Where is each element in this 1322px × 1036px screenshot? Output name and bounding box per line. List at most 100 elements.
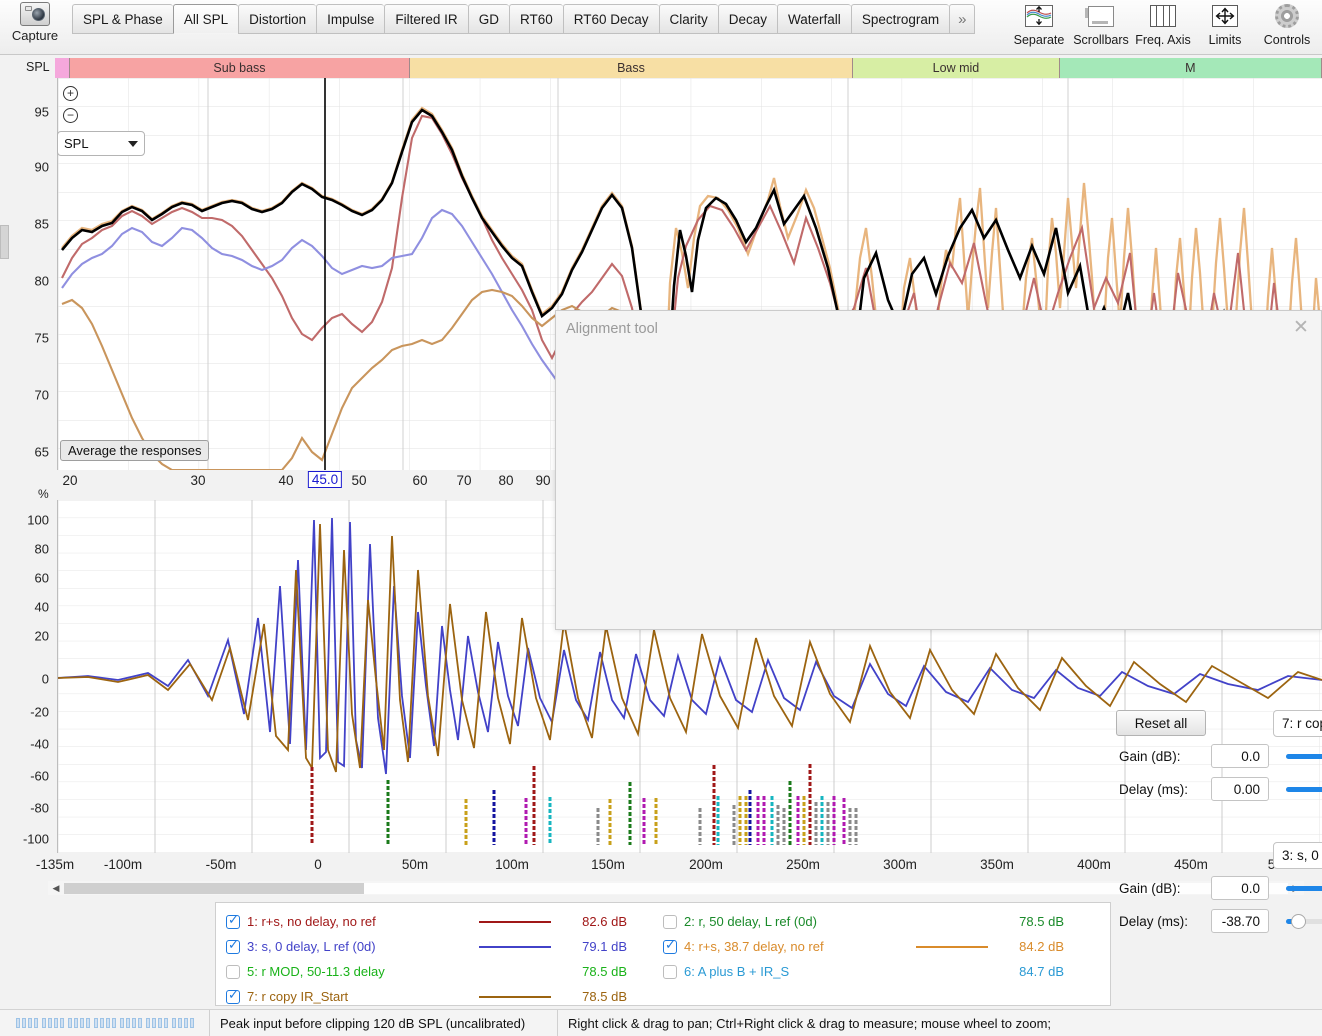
legend-checkbox[interactable] <box>663 937 677 954</box>
controls-button[interactable]: Controls <box>1256 0 1318 47</box>
scrollbars-button[interactable]: Scrollbars <box>1070 0 1132 47</box>
limits-icon <box>1212 2 1238 30</box>
alignment-tool-dialog: Alignment tool ✕ Impulse alignment No sm… <box>555 310 1322 933</box>
delay-a-label: Delay (ms): <box>1119 782 1189 797</box>
close-icon[interactable]: ✕ <box>1289 317 1313 341</box>
legend-color-swatch <box>479 945 551 948</box>
frequency-band-unlabeled <box>55 58 71 78</box>
scroll-left-arrow-icon[interactable]: ◀ <box>48 883 64 894</box>
legend-checkbox[interactable] <box>226 987 240 1004</box>
tab-rt60-decay[interactable]: RT60 Decay <box>562 4 659 34</box>
spl-y-tick: 80 <box>34 273 49 289</box>
gain-b-slider[interactable] <box>1286 879 1322 897</box>
impulse-x-tick: 350m <box>980 857 1014 872</box>
legend-level-value: 84.7 dB <box>1019 964 1064 979</box>
gain-a-input[interactable]: 0.0 <box>1211 744 1269 768</box>
main-toolbar: Capture SPL & Phase All SPL Distortion Impu… <box>0 0 1322 55</box>
tab-filtered-ir[interactable]: Filtered IR <box>384 4 468 34</box>
impulse-x-tick: -50m <box>205 857 237 872</box>
trace-legend: 1: r+s, no delay, no ref 82.6 dB 3: s, 0 d… <box>215 902 1111 1006</box>
delay-a-input[interactable]: 0.00 <box>1211 777 1269 801</box>
tab-spl-phase[interactable]: SPL & Phase <box>72 4 173 34</box>
scrollbars-label: Scrollbars <box>1073 33 1129 47</box>
delay-b-slider[interactable] <box>1286 912 1322 930</box>
chevron-down-icon <box>128 140 138 147</box>
separate-button[interactable]: Separate <box>1008 0 1070 47</box>
limits-button[interactable]: Limits <box>1194 0 1256 47</box>
tab-spectrogram[interactable]: Spectrogram <box>850 4 950 34</box>
average-responses-tooltip: Average the responses <box>60 440 210 461</box>
frequency-axis-icon <box>1150 2 1176 30</box>
spl-y-tick: 75 <box>34 330 49 346</box>
gain-b-input[interactable]: 0.0 <box>1211 876 1269 900</box>
impulse-y-tick: 0 <box>41 671 49 687</box>
dialog-title: Alignment tool <box>566 321 658 337</box>
spl-axis-selector[interactable]: SPL <box>57 131 145 156</box>
scrollbar-thumb[interactable] <box>64 882 364 894</box>
gear-icon <box>1275 2 1299 30</box>
legend-item[interactable]: 5: r MOD, 50-11.3 delay 78.5 dB <box>226 959 663 984</box>
legend-item[interactable]: 6: A plus B + IR_S 84.7 dB <box>663 959 1100 984</box>
legend-label: 6: A plus B + IR_S <box>684 964 790 979</box>
interaction-hint-text: Right click & drag to pan; Ctrl+Right cl… <box>568 1015 1052 1031</box>
spl-axis-tag: SPL <box>26 60 50 74</box>
legend-item[interactable]: 1: r+s, no delay, no ref 82.6 dB <box>226 909 663 934</box>
measurement-b-select[interactable]: 3: s, 0 delay, L ref (0d) <box>1273 842 1322 869</box>
capture-label: Capture <box>11 28 59 43</box>
tab-decay[interactable]: Decay <box>717 4 778 34</box>
zoom-out-icon[interactable]: − <box>63 108 78 123</box>
impulse-x-tick: -100m <box>103 857 143 872</box>
camera-icon <box>20 2 50 26</box>
impulse-y-tick: 60 <box>34 570 49 586</box>
gain-a-label: Gain (dB): <box>1119 749 1181 764</box>
frequency-band-bar: Sub bass Bass Low mid M <box>55 58 1322 78</box>
separate-label: Separate <box>1013 33 1065 47</box>
legend-label: 2: r, 50 delay, L ref (0d) <box>684 914 817 929</box>
legend-checkbox[interactable] <box>663 914 677 929</box>
tab-rt60[interactable]: RT60 <box>508 4 563 34</box>
tab-impulse[interactable]: Impulse <box>316 4 385 34</box>
delay-b-input[interactable]: -38.70 <box>1211 909 1269 933</box>
scrollbars-icon <box>1085 2 1114 30</box>
legend-checkbox[interactable] <box>226 937 240 954</box>
freq-axis-label: Freq. Axis <box>1135 33 1191 47</box>
zoom-in-icon[interactable]: + <box>63 86 78 101</box>
tab-distortion[interactable]: Distortion <box>238 4 317 34</box>
reset-all-button[interactable]: Reset all <box>1116 710 1206 736</box>
legend-item[interactable]: 7: r copy IR_Start 78.5 dB <box>226 984 663 1009</box>
impulse-y-axis: 100 80 60 40 20 0 -20 -40 -60 -80 -100 <box>0 500 55 853</box>
impulse-y-tick: 100 <box>27 512 49 528</box>
tab-clarity[interactable]: Clarity <box>658 4 718 34</box>
legend-item[interactable]: 4: r+s, 38.7 delay, no ref 84.2 dB <box>663 934 1100 959</box>
gain-a-slider[interactable] <box>1286 747 1322 765</box>
spl-y-tick: 70 <box>34 387 49 403</box>
measurement-a-select[interactable]: 7: r copy IR_Start <box>1273 710 1322 737</box>
tab-gd[interactable]: GD <box>467 4 509 34</box>
legend-level-value: 78.5 dB <box>1019 914 1064 929</box>
legend-checkbox[interactable] <box>226 964 240 979</box>
tab-overflow-button[interactable]: » <box>949 4 976 34</box>
legend-checkbox[interactable] <box>226 912 240 929</box>
freq-axis-button[interactable]: Freq. Axis <box>1132 0 1194 47</box>
delay-b-slider-knob[interactable] <box>1291 913 1306 929</box>
spl-x-tick: 30 <box>190 473 206 488</box>
legend-level-value: 82.6 dB <box>582 914 627 929</box>
impulse-y-tick: 80 <box>34 541 49 557</box>
impulse-horizontal-scrollbar[interactable]: ◀ ▶ <box>48 881 1304 895</box>
impulse-y-tick: -80 <box>30 800 49 816</box>
legend-checkbox[interactable] <box>663 964 677 979</box>
legend-item[interactable]: 3: s, 0 delay, L ref (0d) 79.1 dB <box>226 934 663 959</box>
tab-all-spl[interactable]: All SPL <box>172 4 239 34</box>
legend-label: 5: r MOD, 50-11.3 delay <box>247 964 385 979</box>
legend-color-swatch <box>479 995 551 998</box>
cursor-frequency-box[interactable]: 45.0 <box>307 471 343 488</box>
impulse-y-tick: -40 <box>30 736 49 752</box>
capture-button[interactable]: Capture <box>0 0 70 55</box>
legend-label: 4: r+s, 38.7 delay, no ref <box>684 939 824 954</box>
tab-waterfall[interactable]: Waterfall <box>777 4 851 34</box>
scrollbar-track[interactable] <box>64 882 1288 894</box>
spl-x-tick: 70 <box>456 473 472 488</box>
legend-item[interactable]: 2: r, 50 delay, L ref (0d) 78.5 dB <box>663 909 1100 934</box>
input-level-meter <box>0 1009 210 1036</box>
delay-a-slider[interactable] <box>1286 780 1322 798</box>
